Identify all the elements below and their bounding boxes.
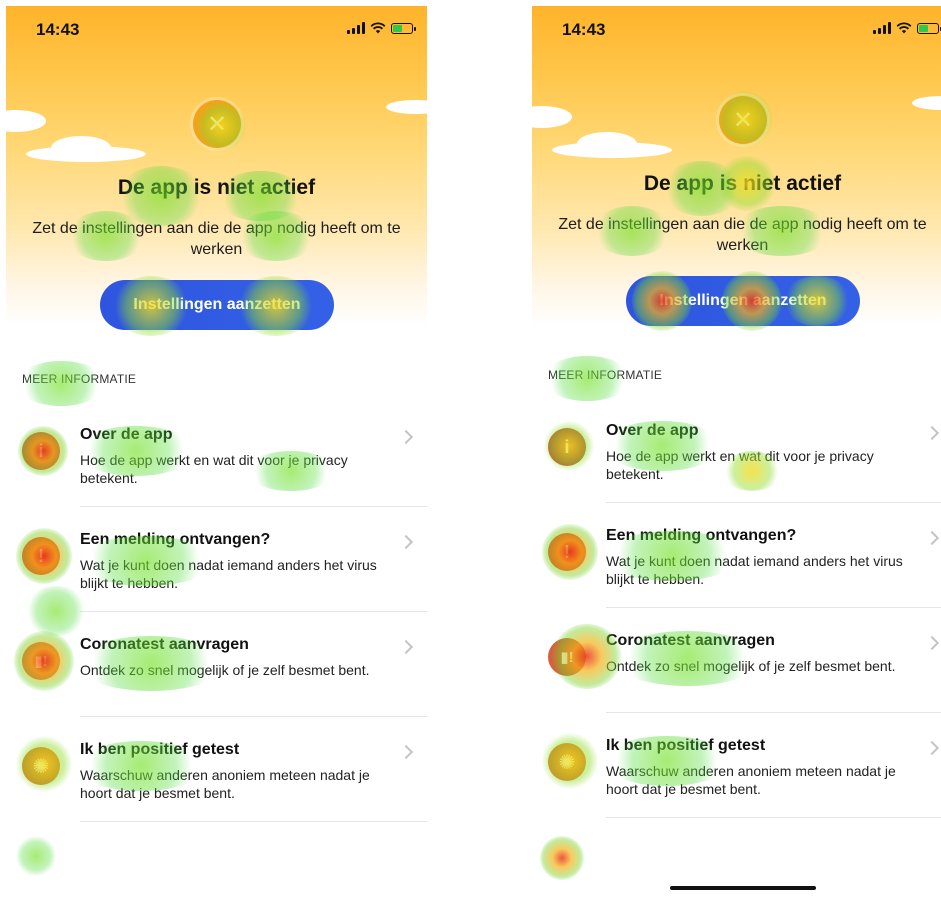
- item-title: Een melding ontvangen?: [80, 531, 271, 548]
- status-icons: [873, 22, 941, 34]
- divider: [80, 611, 427, 612]
- divider: [606, 712, 941, 713]
- list-item-notification[interactable]: ! Een melding ontvangen? Wat je kunt doe…: [532, 527, 941, 631]
- page-subtitle: Zet de instellingen aan die de app nodig…: [558, 216, 927, 254]
- list-item-notification[interactable]: ! Een melding ontvangen? Wat je kunt doe…: [6, 531, 427, 635]
- divider: [606, 607, 941, 608]
- section-header: MEER INFORMATIE: [22, 372, 137, 386]
- close-icon: ✕: [719, 96, 767, 144]
- virus-icon: ✺: [22, 747, 60, 785]
- enable-settings-button[interactable]: Instellingen aanzetten: [100, 280, 334, 330]
- heatmap-blob: [540, 836, 584, 880]
- info-icon: i: [548, 428, 586, 466]
- test-tube-icon: ▮!: [548, 638, 586, 676]
- status-time: 14:43: [36, 20, 80, 39]
- list-item-about[interactable]: i Over de app Hoe de app werkt en wat di…: [532, 422, 941, 526]
- list-item-coronatest[interactable]: ▮! Coronatest aanvragen Ontdek zo snel m…: [532, 632, 941, 736]
- battery-icon: [391, 22, 416, 34]
- item-description: Ontdek zo snel mogelijk of je zelf besme…: [606, 658, 896, 674]
- list-item-positive[interactable]: ✺ Ik ben positief getest Waarschuw ander…: [532, 737, 941, 841]
- item-description: Ontdek zo snel mogelijk of je zelf besme…: [80, 662, 370, 678]
- chevron-right-icon: [398, 639, 414, 655]
- chevron-right-icon: [924, 740, 940, 756]
- item-title: Coronatest aanvragen: [606, 632, 775, 649]
- item-description: Waarschuw anderen anoniem meteen nadat j…: [80, 767, 370, 801]
- info-icon: i: [22, 432, 60, 470]
- item-description: Hoe de app werkt en wat dit voor je priv…: [606, 448, 874, 482]
- chevron-right-icon: [924, 425, 940, 441]
- divider: [606, 502, 941, 503]
- status-time: 14:43: [562, 20, 606, 39]
- phone-screen-right: 14:43 ✕ De app is niet actief Zet de ins…: [532, 6, 941, 894]
- item-description: Wat je kunt doen nadat iemand anders het…: [606, 553, 903, 587]
- alert-icon: !: [548, 533, 586, 571]
- test-tube-icon: ▮!: [22, 642, 60, 680]
- item-title: Ik ben positief getest: [80, 741, 240, 758]
- divider: [80, 506, 427, 507]
- chevron-right-icon: [398, 429, 414, 445]
- signal-icon: [347, 22, 365, 34]
- list-item-coronatest[interactable]: ▮! Coronatest aanvragen Ontdek zo snel m…: [6, 636, 427, 740]
- battery-icon: [917, 22, 941, 34]
- signal-icon: [873, 22, 891, 34]
- page-title: De app is niet actief: [117, 176, 316, 199]
- list-item-positive[interactable]: ✺ Ik ben positief getest Waarschuw ander…: [6, 741, 427, 845]
- section-header: MEER INFORMATIE: [548, 368, 663, 382]
- chevron-right-icon: [924, 635, 940, 651]
- wifi-icon: [896, 22, 912, 34]
- divider: [80, 716, 427, 717]
- cloud-decoration: [51, 136, 111, 160]
- cloud-decoration: [577, 132, 637, 156]
- close-icon: ✕: [193, 100, 241, 148]
- phone-screen-left: 14:43 ✕ De app is niet actief Zet de ins…: [6, 6, 427, 894]
- item-title: Over de app: [80, 426, 173, 443]
- page-subtitle: Zet de instellingen aan die de app nodig…: [32, 220, 401, 258]
- enable-settings-button[interactable]: Instellingen aanzetten: [626, 276, 860, 326]
- virus-icon: ✺: [548, 743, 586, 781]
- list-item-about[interactable]: i Over de app Hoe de app werkt en wat di…: [6, 426, 427, 530]
- item-description: Waarschuw anderen anoniem meteen nadat j…: [606, 763, 896, 797]
- divider: [606, 817, 941, 818]
- divider: [80, 821, 427, 822]
- item-title: Coronatest aanvragen: [80, 636, 249, 653]
- chevron-right-icon: [924, 530, 940, 546]
- status-icons: [347, 22, 416, 34]
- home-indicator: [670, 886, 816, 890]
- page-title: De app is niet actief: [643, 172, 842, 195]
- wifi-icon: [370, 22, 386, 34]
- item-title: Ik ben positief getest: [606, 737, 766, 754]
- item-description: Wat je kunt doen nadat iemand anders het…: [80, 557, 377, 591]
- chevron-right-icon: [398, 744, 414, 760]
- chevron-right-icon: [398, 534, 414, 550]
- item-description: Hoe de app werkt en wat dit voor je priv…: [80, 452, 348, 486]
- alert-icon: !: [22, 537, 60, 575]
- item-title: Een melding ontvangen?: [606, 527, 797, 544]
- hero-background: [6, 6, 427, 326]
- item-title: Over de app: [606, 422, 699, 439]
